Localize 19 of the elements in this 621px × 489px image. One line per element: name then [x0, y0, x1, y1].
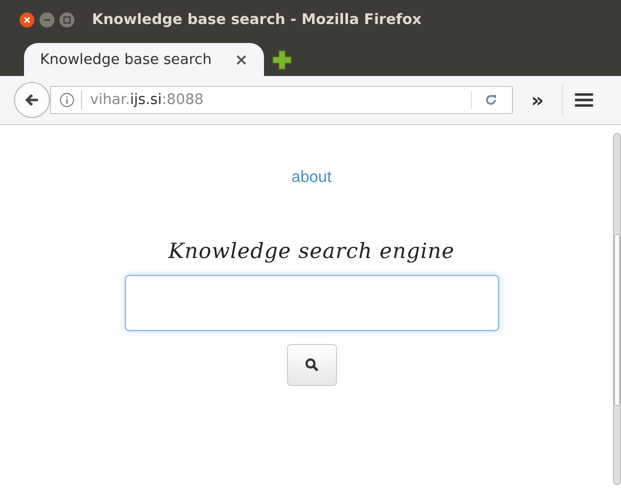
search-field[interactable] [124, 275, 498, 331]
search-icon [304, 358, 318, 372]
window-title: Knowledge base search - Mozilla Firefox [92, 12, 422, 28]
overflow-button[interactable]: » [531, 90, 544, 110]
maximize-icon[interactable] [59, 12, 75, 28]
browser-tab[interactable]: Knowledge base search × [24, 43, 264, 76]
back-arrow-icon [24, 92, 40, 108]
page-heading: Knowledge search engine [168, 239, 455, 263]
close-icon[interactable] [19, 12, 35, 28]
info-icon[interactable] [59, 92, 75, 108]
search-button[interactable] [286, 344, 336, 386]
back-button[interactable] [14, 82, 50, 118]
url-text: vihar.ijs.si:8088 [90, 92, 205, 108]
new-tab-icon[interactable] [272, 50, 292, 70]
menu-icon[interactable] [574, 92, 594, 108]
close-tab-button[interactable]: × [234, 50, 248, 69]
address-bar[interactable]: vihar.ijs.si:8088 [50, 86, 513, 114]
scrollbar[interactable] [613, 133, 621, 485]
reload-icon[interactable] [484, 93, 498, 107]
